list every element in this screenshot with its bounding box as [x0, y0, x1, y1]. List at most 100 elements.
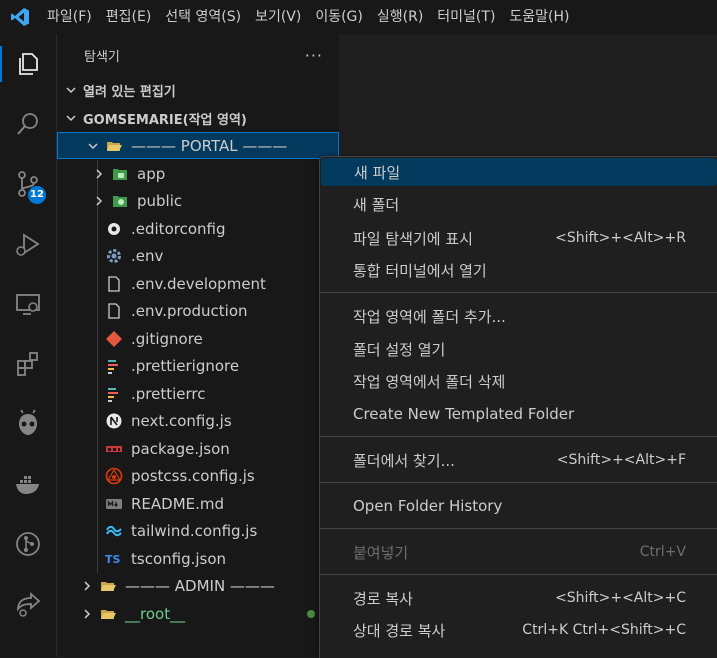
- file-icon: [105, 302, 123, 320]
- file-editorconfig[interactable]: .editorconfig: [57, 215, 339, 242]
- file-readme[interactable]: README.md: [57, 490, 339, 517]
- folder-root[interactable]: __root__: [57, 600, 339, 627]
- file-package-json[interactable]: package.json: [57, 435, 339, 462]
- menu-item-label: 경로 복사: [353, 589, 413, 608]
- npm-icon: [105, 440, 123, 458]
- git-status-dot: [307, 610, 315, 618]
- menu-item-new-file[interactable]: 새 파일: [321, 158, 717, 186]
- remote-explorer-icon[interactable]: [0, 282, 56, 326]
- gitlens-icon[interactable]: [0, 522, 56, 566]
- menu-item-label: 폴더에서 찾기...: [353, 451, 455, 470]
- menu-separator: [320, 292, 717, 293]
- chevron-down-icon: [63, 110, 79, 126]
- menu-run[interactable]: 실행(R): [370, 0, 430, 34]
- menu-file[interactable]: 파일(F): [40, 0, 99, 34]
- file-next-config[interactable]: next.config.js: [57, 407, 339, 434]
- menu-item-label: 폴더 설정 열기: [353, 340, 446, 359]
- menu-item-paste[interactable]: 붙여넣기 Ctrl+V: [320, 538, 717, 566]
- file-gitignore[interactable]: .gitignore: [57, 325, 339, 352]
- workspace-label: GOMSEMARIE(작업 영역): [83, 112, 247, 128]
- menu-item-label: 새 폴더: [353, 195, 400, 214]
- search-icon[interactable]: [0, 102, 56, 146]
- menu-separator: [320, 574, 717, 575]
- file-icon: [105, 275, 123, 293]
- folder-icon: [99, 605, 117, 623]
- tree-item-label: .env.development: [131, 274, 266, 293]
- file-tailwind-config[interactable]: tailwind.config.js: [57, 517, 339, 544]
- menu-item-open-folder-settings[interactable]: 폴더 설정 열기: [320, 335, 717, 363]
- menu-item-label: Create New Templated Folder: [353, 405, 575, 423]
- tree-item-label: postcss.config.js: [131, 466, 255, 485]
- folder-admin-label: ——— ADMIN ———: [125, 576, 275, 595]
- menu-edit[interactable]: 편집(E): [99, 0, 159, 34]
- chevron-right-icon: [91, 166, 107, 182]
- file-env-production[interactable]: .env.production: [57, 297, 339, 324]
- folder-portal-label: ——— PORTAL ———: [131, 136, 288, 155]
- run-debug-icon[interactable]: [0, 222, 56, 266]
- menu-item-open-in-terminal[interactable]: 통합 터미널에서 열기: [320, 256, 717, 284]
- tailwind-icon: [105, 522, 123, 540]
- menu-item-open-folder-history[interactable]: Open Folder History: [320, 492, 717, 520]
- menu-terminal[interactable]: 터미널(T): [430, 0, 502, 34]
- file-prettierrc[interactable]: .prettierrc: [57, 380, 339, 407]
- folder-root-label: __root__: [125, 604, 186, 623]
- menu-item-add-folder-to-workspace[interactable]: 작업 영역에 폴더 추가...: [320, 302, 717, 330]
- menu-item-label: 붙여넣기: [353, 543, 409, 562]
- menu-item-remove-folder-from-workspace[interactable]: 작업 영역에서 폴더 삭제: [320, 367, 717, 395]
- file-prettierignore[interactable]: .prettierignore: [57, 352, 339, 379]
- tree-item-label: next.config.js: [131, 411, 232, 430]
- nextjs-icon: [105, 412, 123, 430]
- file-postcss-config[interactable]: postcss.config.js: [57, 462, 339, 489]
- menu-item-find-in-folder[interactable]: 폴더에서 찾기... <Shift>+<Alt>+F: [320, 446, 717, 474]
- typescript-icon: TS: [105, 550, 123, 568]
- open-editors-section[interactable]: 열려 있는 편집기: [57, 77, 339, 103]
- tree-item-label: public: [137, 191, 183, 210]
- menu-item-label: Open Folder History: [353, 497, 503, 515]
- tree-item-label: .editorconfig: [131, 219, 226, 238]
- source-control-icon[interactable]: 12: [0, 162, 56, 206]
- workspace-section[interactable]: GOMSEMARIE(작업 영역): [57, 105, 339, 131]
- folder-portal[interactable]: ——— PORTAL ———: [57, 132, 339, 159]
- activity-bar: 12: [0, 34, 57, 657]
- tree-item-label: .env.production: [131, 301, 248, 320]
- svg-text:TS: TS: [105, 553, 121, 566]
- menu-item-copy-relative-path[interactable]: 상대 경로 복사 Ctrl+K Ctrl+<Shift>+C: [320, 616, 717, 644]
- vscode-logo-icon: [0, 0, 40, 34]
- menu-bar: 파일(F) 편집(E) 선택 영역(S) 보기(V) 이동(G) 실행(R) 터…: [40, 0, 577, 34]
- menu-item-label: 파일 탐색기에 표시: [353, 229, 473, 248]
- folder-open-icon: [105, 137, 123, 155]
- menu-item-create-templated-folder[interactable]: Create New Templated Folder: [320, 400, 717, 428]
- folder-public[interactable]: public: [57, 187, 339, 214]
- menu-separator: [320, 482, 717, 483]
- chevron-right-icon: [79, 606, 95, 622]
- docker-icon[interactable]: [0, 462, 56, 506]
- explorer-icon[interactable]: [0, 42, 56, 86]
- menu-item-copy-path[interactable]: 경로 복사 <Shift>+<Alt>+C: [320, 584, 717, 612]
- explorer-title: 탐색기: [84, 49, 120, 65]
- menu-item-reveal-in-explorer[interactable]: 파일 탐색기에 표시 <Shift>+<Alt>+R: [320, 224, 717, 252]
- file-env-development[interactable]: .env.development: [57, 270, 339, 297]
- file-tsconfig[interactable]: TS tsconfig.json: [57, 545, 339, 572]
- tree-item-label: README.md: [131, 494, 225, 513]
- menu-item-label: 작업 영역에 폴더 추가...: [353, 307, 506, 326]
- live-share-icon[interactable]: [0, 582, 56, 626]
- open-editors-label: 열려 있는 편집기: [83, 84, 176, 100]
- menu-go[interactable]: 이동(G): [308, 0, 370, 34]
- platformio-icon[interactable]: [0, 402, 56, 446]
- menu-item-label: 통합 터미널에서 열기: [353, 261, 487, 280]
- menu-view[interactable]: 보기(V): [248, 0, 308, 34]
- menu-item-shortcut: Ctrl+K Ctrl+<Shift>+C: [522, 622, 686, 638]
- tree-item-label: app: [137, 164, 166, 183]
- folder-admin[interactable]: ——— ADMIN ———: [57, 572, 339, 599]
- extensions-icon[interactable]: [0, 342, 56, 386]
- menu-selection[interactable]: 선택 영역(S): [158, 0, 248, 34]
- explorer-header: 탐색기 ···: [57, 34, 339, 76]
- tree-item-label: package.json: [131, 439, 230, 458]
- menu-help[interactable]: 도움말(H): [502, 0, 576, 34]
- folder-app[interactable]: app: [57, 160, 339, 187]
- file-env[interactable]: .env: [57, 242, 339, 269]
- menu-item-label: 새 파일: [354, 163, 401, 182]
- prettier-icon: [105, 385, 123, 403]
- more-actions-icon[interactable]: ···: [305, 46, 323, 65]
- menu-item-new-folder[interactable]: 새 폴더: [320, 190, 717, 218]
